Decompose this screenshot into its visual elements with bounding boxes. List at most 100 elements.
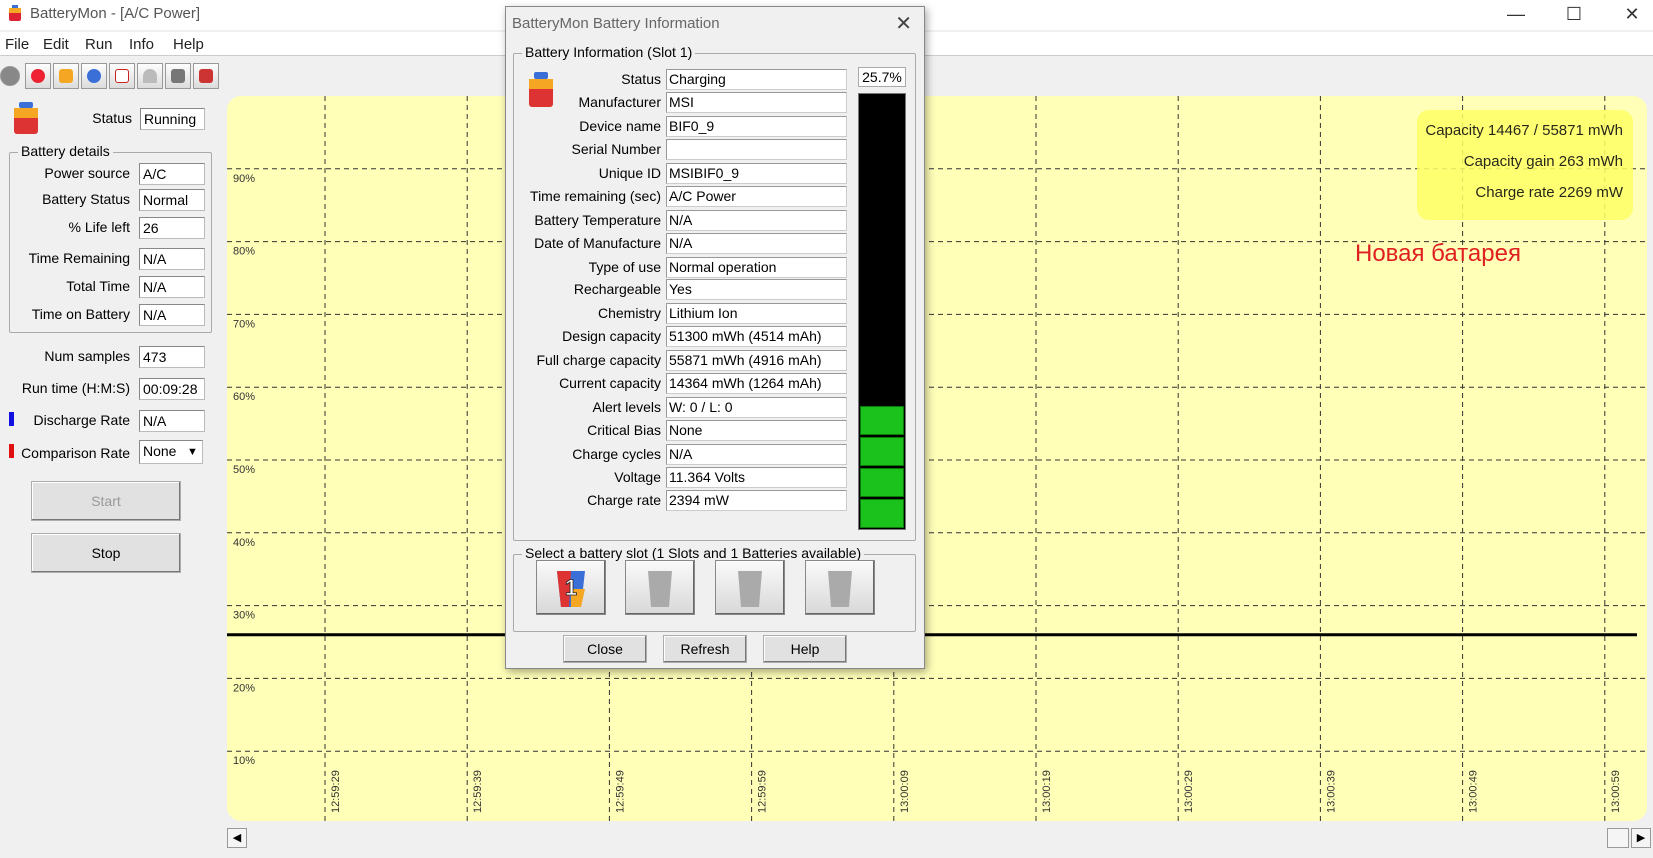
discharge-rate-color-marker <box>9 412 14 426</box>
close-window-button[interactable]: ✕ <box>1603 0 1653 30</box>
empty-slot-icon <box>738 571 762 607</box>
field-label: Unique ID <box>598 165 661 181</box>
slot-2-button[interactable] <box>625 560 695 615</box>
gauge-segment <box>860 406 904 435</box>
field-label: Time remaining (sec) <box>530 188 661 204</box>
dialog-close-button[interactable]: Close <box>563 635 647 663</box>
field-value: 55871 mWh (4916 mAh) <box>666 350 847 371</box>
field-label: Current capacity <box>559 375 661 391</box>
gauge-icon[interactable] <box>137 63 163 89</box>
record-icon[interactable] <box>0 66 20 86</box>
comparison-rate-color-marker <box>9 444 14 458</box>
battery-status-icon <box>14 102 38 134</box>
field-label: Battery Temperature <box>534 212 661 228</box>
field-label: Alert levels <box>592 399 661 415</box>
slot-4-button[interactable] <box>805 560 875 615</box>
field-value: Normal operation <box>666 257 847 278</box>
power-source-label: Power source <box>44 165 130 181</box>
scroll-thumb[interactable] <box>1607 828 1629 848</box>
gauge-segment <box>860 499 904 528</box>
chevron-down-icon[interactable]: ▼ <box>185 442 200 462</box>
discharge-rate-label: Discharge Rate <box>33 412 131 428</box>
field-label: Manufacturer <box>578 94 661 110</box>
minimize-button[interactable]: — <box>1487 0 1545 30</box>
slot-1-button[interactable]: 1 <box>536 560 606 615</box>
field-value: N/A <box>666 233 847 254</box>
y-tick-label: 10% <box>233 755 255 767</box>
field-label: Device name <box>579 118 661 134</box>
battery-status-field: Normal <box>139 189 205 211</box>
field-label: Critical Bias <box>587 422 661 438</box>
battery-icon[interactable] <box>53 63 79 89</box>
stop-button[interactable]: Stop <box>31 533 181 573</box>
gauge-segment <box>860 437 904 466</box>
field-value: BIF0_9 <box>666 116 847 137</box>
horizontal-scrollbar[interactable]: ◀ ▶ <box>227 828 1653 848</box>
slot-1-number: 1 <box>565 575 577 600</box>
field-label: Rechargeable <box>573 281 661 297</box>
dialog-title: BatteryMon Battery Information <box>512 15 720 32</box>
checklist-icon[interactable] <box>109 63 135 89</box>
settings-icon[interactable] <box>81 63 107 89</box>
battery-app-icon <box>9 5 21 21</box>
discharge-rate-field: N/A <box>139 410 205 432</box>
x-tick-label: 13:00:39 <box>1325 770 1337 813</box>
capacity-text: Capacity 14467 / 55871 mWh <box>1425 122 1623 139</box>
time-on-battery-label: Time on Battery <box>31 306 130 322</box>
num-samples-field: 473 <box>139 346 205 368</box>
slot-3-button[interactable] <box>715 560 785 615</box>
num-samples-label: Num samples <box>44 348 130 364</box>
menu-run[interactable]: Run <box>85 36 113 53</box>
run-time-label: Run time (H:M:S) <box>21 380 130 396</box>
window-title: BatteryMon - [A/C Power] <box>30 5 201 22</box>
maximize-button[interactable]: ☐ <box>1545 0 1603 30</box>
field-label: Design capacity <box>562 328 661 344</box>
field-value <box>666 139 847 160</box>
field-value: W: 0 / L: 0 <box>666 397 847 418</box>
x-tick-label: 12:59:39 <box>472 770 484 813</box>
stop-icon[interactable] <box>25 63 51 89</box>
battery-info-group-title: Battery Information (Slot 1) <box>522 44 696 60</box>
field-label: Type of use <box>588 259 661 275</box>
dialog-help-button[interactable]: Help <box>763 635 847 663</box>
menu-file[interactable]: File <box>5 36 29 53</box>
pointer-icon[interactable] <box>165 63 191 89</box>
field-value: 51300 mWh (4514 mAh) <box>666 326 847 347</box>
battery-info-dialog: BatteryMon Battery Information ✕ Battery… <box>505 6 925 669</box>
field-label: Voltage <box>614 469 661 485</box>
total-time-label: Total Time <box>66 278 130 294</box>
comparison-rate-value: None <box>143 443 177 459</box>
dialog-refresh-button[interactable]: Refresh <box>663 635 747 663</box>
charge-percent-box: 25.7% <box>858 67 906 87</box>
field-value: 2394 mW <box>666 490 847 511</box>
field-value: N/A <box>666 444 847 465</box>
x-tick-label: 12:59:49 <box>614 770 626 813</box>
total-time-field: N/A <box>139 276 205 298</box>
menu-help[interactable]: Help <box>173 36 204 53</box>
empty-slot-icon <box>828 571 852 607</box>
life-left-label: % Life left <box>68 219 130 235</box>
comparison-rate-select[interactable]: None ▼ <box>139 440 203 464</box>
network-icon[interactable] <box>193 63 219 89</box>
time-on-battery-field: N/A <box>139 304 205 326</box>
empty-slot-icon <box>648 571 672 607</box>
menu-edit[interactable]: Edit <box>43 36 69 53</box>
menu-info[interactable]: Info <box>129 36 154 53</box>
comparison-rate-label: Comparison Rate <box>21 445 130 461</box>
start-button[interactable]: Start <box>31 481 181 521</box>
y-tick-label: 40% <box>233 537 255 549</box>
field-value: N/A <box>666 210 847 231</box>
field-value: Yes <box>666 279 847 300</box>
annotation-text: Новая батарея <box>1355 240 1521 267</box>
x-tick-label: 13:00:49 <box>1468 770 1480 813</box>
scroll-left-icon[interactable]: ◀ <box>227 828 247 848</box>
life-left-field: 26 <box>139 217 205 239</box>
gauge-segment <box>860 468 904 497</box>
x-tick-label: 13:00:59 <box>1610 770 1622 813</box>
scroll-right-icon[interactable]: ▶ <box>1631 828 1651 848</box>
field-value: 14364 mWh (1264 mAh) <box>666 373 847 394</box>
x-tick-label: 12:59:59 <box>757 770 769 813</box>
time-remaining-field: N/A <box>139 248 205 270</box>
dialog-close-icon[interactable]: ✕ <box>895 11 912 36</box>
battery-details-title: Battery details <box>18 143 113 159</box>
